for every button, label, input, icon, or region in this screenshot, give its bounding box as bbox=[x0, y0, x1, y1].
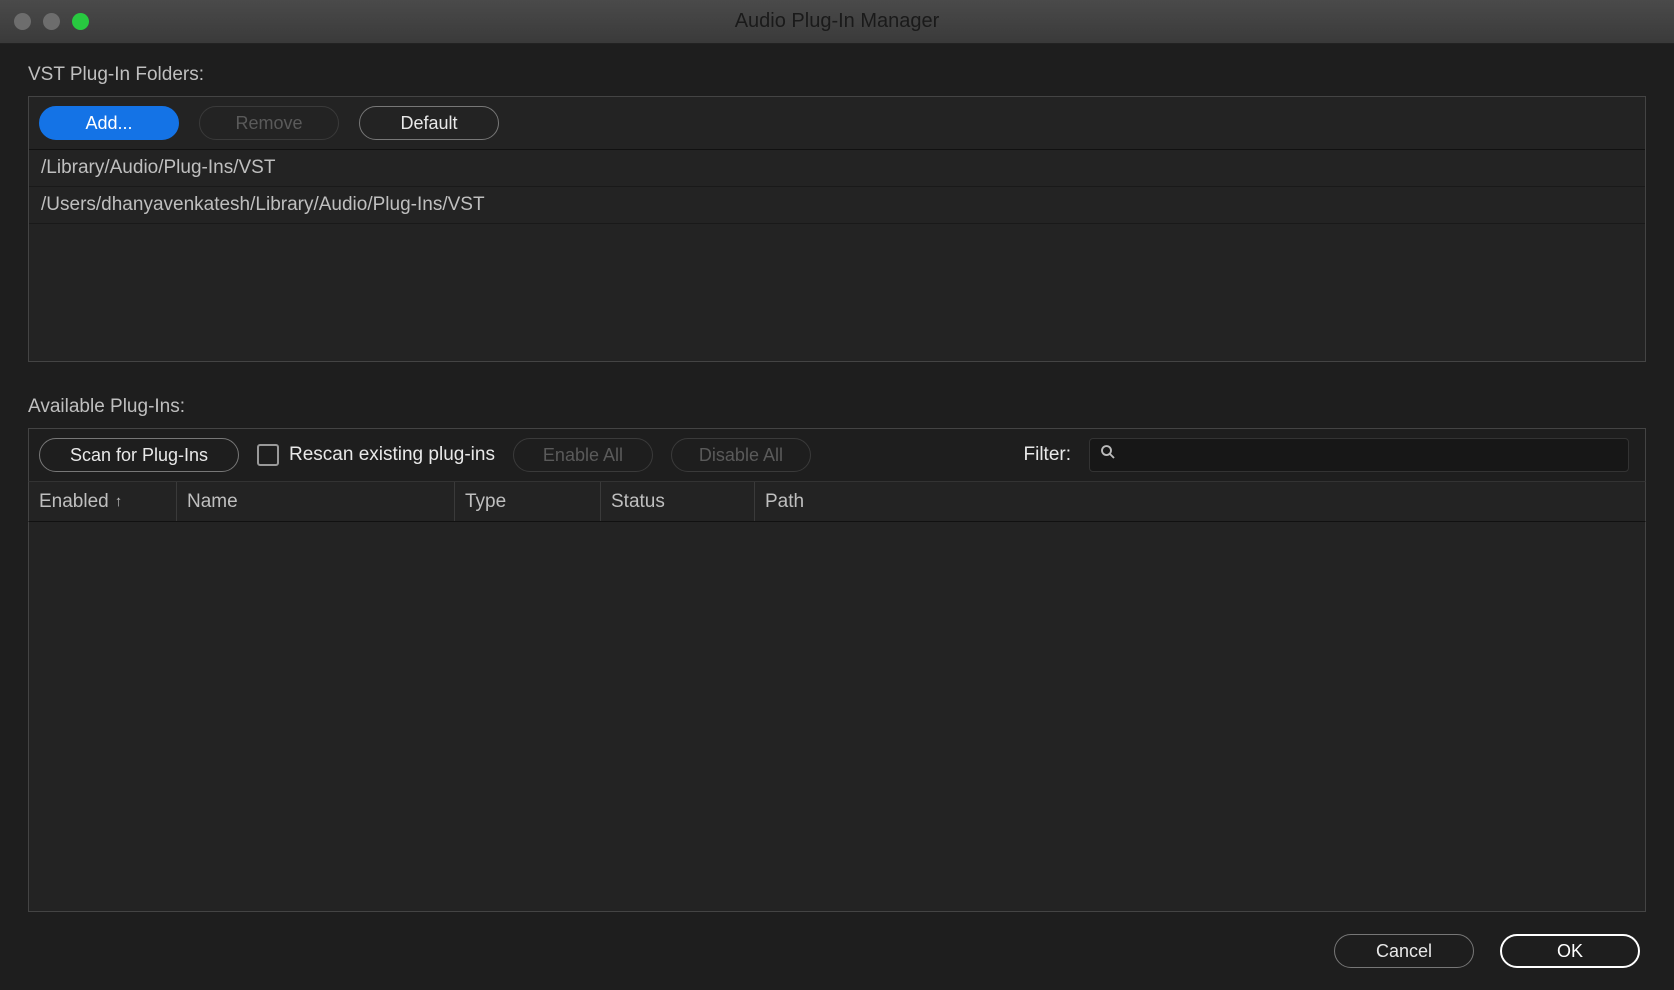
default-folder-button[interactable]: Default bbox=[359, 106, 499, 140]
folders-toolbar: Add... Remove Default bbox=[29, 97, 1645, 150]
window-close-icon[interactable] bbox=[14, 13, 31, 30]
remove-folder-button: Remove bbox=[199, 106, 339, 140]
traffic-lights bbox=[0, 13, 89, 30]
plugins-section-label: Available Plug-Ins: bbox=[28, 396, 1646, 418]
checkbox-icon bbox=[257, 444, 279, 466]
plugins-table-header: Enabled ↑ Name Type Status Path bbox=[28, 482, 1646, 522]
plugins-toolbar: Scan for Plug-Ins Rescan existing plug-i… bbox=[28, 428, 1646, 482]
folder-row[interactable]: /Users/dhanyavenkatesh/Library/Audio/Plu… bbox=[29, 187, 1645, 224]
sort-ascending-icon: ↑ bbox=[115, 493, 123, 510]
add-folder-button[interactable]: Add... bbox=[39, 106, 179, 140]
window-minimize-icon[interactable] bbox=[43, 13, 60, 30]
folders-panel: Add... Remove Default /Library/Audio/Plu… bbox=[28, 96, 1646, 362]
plugins-table-body[interactable] bbox=[28, 522, 1646, 912]
ok-button[interactable]: OK bbox=[1500, 934, 1640, 968]
filter-label: Filter: bbox=[1024, 444, 1072, 466]
rescan-checkbox-label: Rescan existing plug-ins bbox=[289, 444, 495, 466]
column-header-type[interactable]: Type bbox=[455, 482, 601, 521]
window-maximize-icon[interactable] bbox=[72, 13, 89, 30]
enable-all-button: Enable All bbox=[513, 438, 653, 472]
content: VST Plug-In Folders: Add... Remove Defau… bbox=[0, 44, 1674, 990]
search-icon bbox=[1099, 443, 1117, 467]
window-title: Audio Plug-In Manager bbox=[735, 10, 940, 33]
folder-list[interactable]: /Library/Audio/Plug-Ins/VST /Users/dhany… bbox=[29, 150, 1645, 361]
plugins-panel: Scan for Plug-Ins Rescan existing plug-i… bbox=[28, 428, 1646, 912]
rescan-checkbox[interactable]: Rescan existing plug-ins bbox=[257, 444, 495, 466]
dialog-footer: Cancel OK bbox=[28, 912, 1646, 970]
column-header-enabled[interactable]: Enabled ↑ bbox=[29, 482, 177, 521]
filter-search-wrap bbox=[1089, 438, 1629, 472]
folder-row[interactable]: /Library/Audio/Plug-Ins/VST bbox=[29, 150, 1645, 187]
disable-all-button: Disable All bbox=[671, 438, 811, 472]
column-header-path[interactable]: Path bbox=[755, 491, 1645, 513]
column-header-name[interactable]: Name bbox=[177, 482, 455, 521]
titlebar[interactable]: Audio Plug-In Manager bbox=[0, 0, 1674, 44]
scan-plugins-button[interactable]: Scan for Plug-Ins bbox=[39, 438, 239, 472]
cancel-button[interactable]: Cancel bbox=[1334, 934, 1474, 968]
column-header-status[interactable]: Status bbox=[601, 482, 755, 521]
folders-section-label: VST Plug-In Folders: bbox=[28, 64, 1646, 86]
filter-input[interactable] bbox=[1089, 438, 1629, 472]
